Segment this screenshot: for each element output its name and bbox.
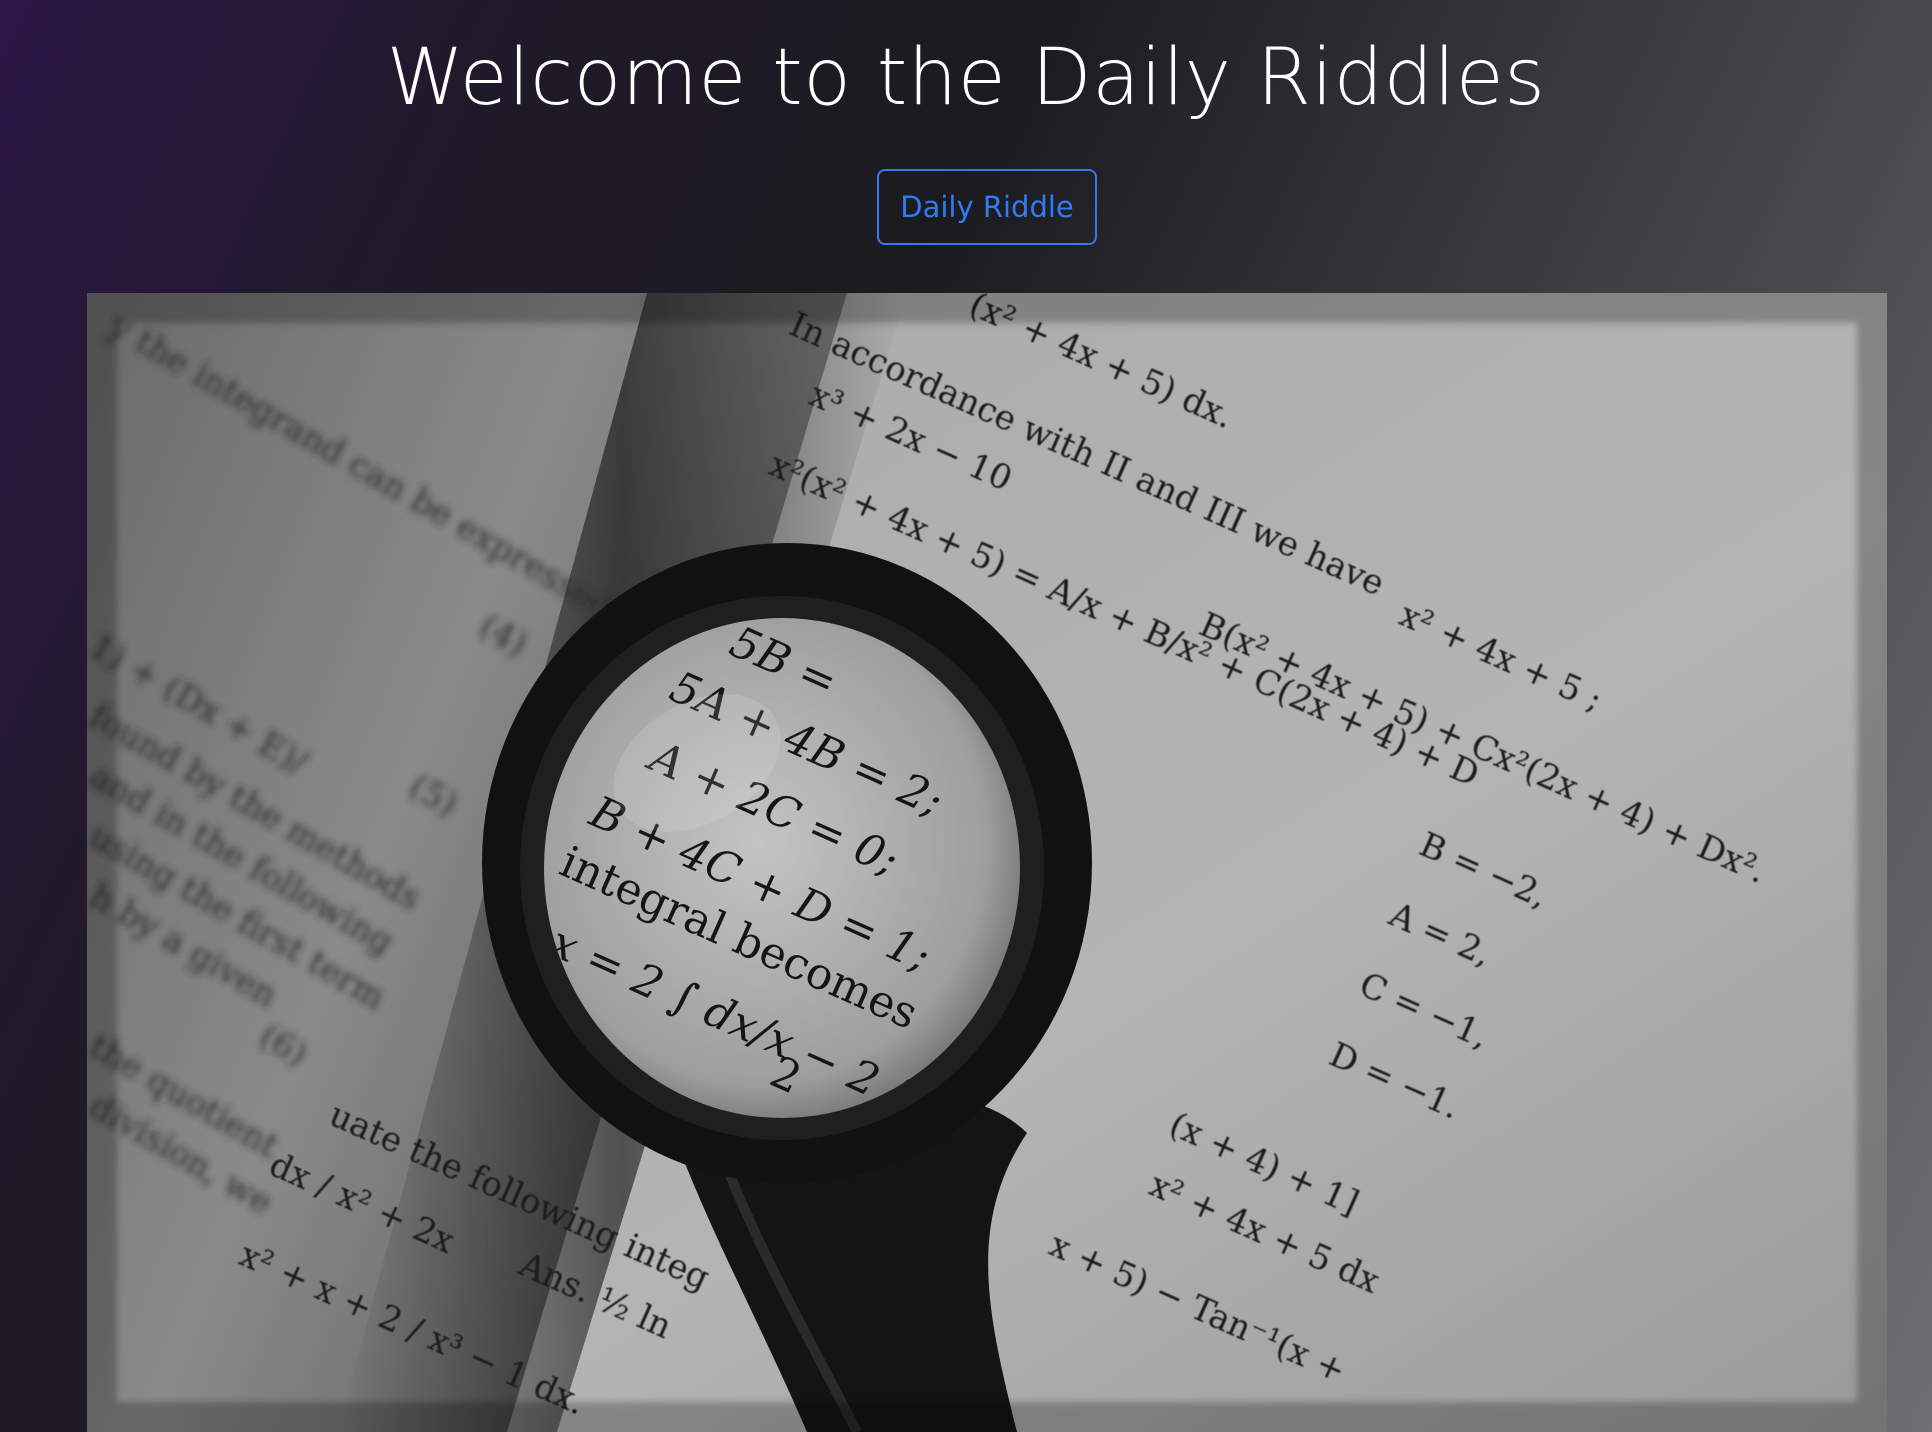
page-title: Welcome to the Daily Riddles bbox=[386, 33, 1546, 123]
hero-photo-illustration: y the integrand can be expressed 1) + (D… bbox=[87, 293, 1887, 1432]
hero-image: y the integrand can be expressed 1) + (D… bbox=[87, 293, 1887, 1432]
daily-riddle-button[interactable]: Daily Riddle bbox=[877, 169, 1097, 245]
